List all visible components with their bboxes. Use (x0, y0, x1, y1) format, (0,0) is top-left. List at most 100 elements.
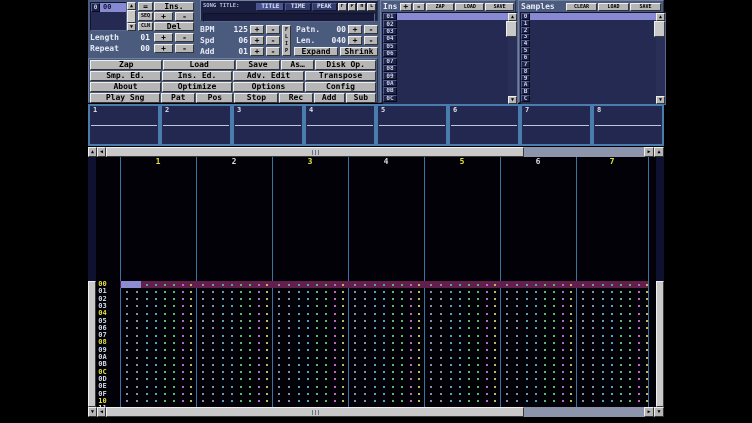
pattern-hscroll-left-button[interactable]: ◀ (97, 147, 106, 157)
instrument-name-cell[interactable] (397, 20, 517, 27)
instrument-row[interactable]: 03 (383, 28, 517, 35)
instrument-row[interactable]: 07 (383, 58, 517, 65)
instrument-number[interactable]: 01 (383, 13, 397, 20)
instrument-name-cell[interactable] (397, 28, 517, 35)
instrument-row[interactable]: 0C (383, 95, 517, 102)
repeat-minus-button[interactable]: - (175, 44, 194, 53)
menu-options-button[interactable]: Options (233, 82, 304, 92)
order-list-scrollbar[interactable]: ▲ ▼ (127, 2, 136, 31)
seq-button[interactable]: SEQ (138, 12, 153, 21)
song-title-input[interactable] (203, 13, 375, 22)
pattern-hscroll-top[interactable]: ▲ ◀ ▶ ▲ (88, 147, 664, 157)
ins-load-button[interactable]: LOAD (455, 3, 484, 11)
menu-smp-ed-button[interactable]: Smp. Ed. (90, 71, 161, 81)
scope-channel-6[interactable]: 6 (448, 104, 520, 146)
sample-name-cell[interactable] (530, 13, 665, 20)
scope-channel-3[interactable]: 3 (232, 104, 304, 146)
length-minus-button[interactable]: - (175, 33, 194, 42)
ins-minus-button[interactable]: - (413, 3, 425, 11)
ins-save-button[interactable]: SAVE (485, 3, 514, 11)
pattern-hscroll-thumb[interactable] (106, 147, 524, 157)
sample-row[interactable]: 3 (521, 34, 665, 41)
sample-number[interactable]: 8 (521, 68, 530, 75)
scope-channel-5[interactable]: 5 (376, 104, 448, 146)
pattern-vscroll-up-left-button[interactable]: ▲ (88, 147, 97, 157)
pattern-rows[interactable]: 000102030405060708090A0B0C0D0E0F1011 (88, 157, 664, 407)
pattern-row-0C[interactable]: 0C (88, 369, 664, 376)
pattern-row-06[interactable]: 06 (88, 325, 664, 332)
scope-channel-8[interactable]: 8 (592, 104, 664, 146)
sample-number[interactable]: 0 (521, 13, 530, 20)
sample-number[interactable]: C (521, 95, 530, 102)
patn-plus-button[interactable]: + (348, 25, 362, 34)
instrument-name-cell[interactable] (397, 65, 517, 72)
menu-ins-ed-button[interactable]: Ins. Ed. (162, 71, 232, 81)
sample-name-cell[interactable] (530, 34, 665, 41)
sample-number[interactable]: B (521, 88, 530, 95)
mini-p-button[interactable]: P (348, 3, 357, 11)
sample-row[interactable]: 2 (521, 27, 665, 34)
tab-time[interactable]: TIME (285, 3, 310, 11)
instrument-row[interactable]: 05 (383, 43, 517, 50)
pattern-row-08[interactable]: 08 (88, 339, 664, 346)
sample-name-cell[interactable] (530, 81, 665, 88)
pattern-vscroll-right-thumb[interactable] (656, 281, 664, 407)
menu-transpose-button[interactable]: Transpose (305, 71, 376, 81)
menu-config-button[interactable]: Config (305, 82, 376, 92)
sample-number[interactable]: 2 (521, 27, 530, 34)
menu-optimize-button[interactable]: Optimize (162, 82, 232, 92)
scope-channel-2[interactable]: 2 (160, 104, 232, 146)
menu-adv-edit-button[interactable]: Adv. Edit (233, 71, 304, 81)
ins-zap-button[interactable]: ZAP (426, 3, 455, 11)
position-ins-button[interactable]: Ins. (154, 2, 194, 11)
flip-button[interactable]: FLIP (282, 25, 291, 56)
menu-rec-button[interactable]: Rec (279, 93, 312, 103)
add-minus-button[interactable]: - (266, 47, 280, 56)
pattern-hscroll-right-button2[interactable]: ▶ (644, 407, 654, 417)
instrument-list[interactable]: 0102030405060708090A0B0C▲▼ (382, 12, 518, 105)
patn-minus-button[interactable]: - (364, 25, 378, 34)
instrument-number[interactable]: 07 (383, 58, 397, 65)
eq-button[interactable]: = (138, 2, 153, 11)
spd-minus-button[interactable]: - (266, 36, 280, 45)
pattern-editor[interactable]: ▲ ◀ ▶ ▲ 1234567 000102030405060708090A0B… (88, 147, 664, 417)
instrument-number[interactable]: 04 (383, 35, 397, 42)
sample-name-cell[interactable] (530, 75, 665, 82)
pattern-vscroll-left-thumb[interactable] (88, 281, 96, 407)
menu-load-button[interactable]: Load (163, 60, 234, 70)
pattern-hscroll-track2[interactable] (106, 407, 644, 417)
instrument-row[interactable]: 08 (383, 65, 517, 72)
order-scroll-down-button[interactable]: ▼ (127, 23, 136, 31)
sample-row[interactable]: 9 (521, 75, 665, 82)
cln-button[interactable]: CLN (138, 22, 153, 31)
pattern-hscroll-bottom[interactable]: ▼ ◀ ▶ ▼ (88, 407, 664, 417)
order-list[interactable]: 0 00 (90, 2, 127, 31)
len-plus-button[interactable]: + (348, 36, 362, 45)
sample-name-cell[interactable] (530, 61, 665, 68)
instrument-name-cell[interactable] (397, 50, 517, 57)
pattern-hscroll-thumb2[interactable] (106, 407, 524, 417)
instrument-name-cell[interactable] (397, 43, 517, 50)
sample-row[interactable]: 5 (521, 47, 665, 54)
position-minus-button[interactable]: - (175, 12, 194, 21)
pattern-row-02[interactable]: 02 (88, 296, 664, 303)
instrument-row[interactable]: 02 (383, 20, 517, 27)
sample-name-cell[interactable] (530, 27, 665, 34)
instrument-name-cell[interactable] (397, 95, 517, 102)
instrument-number[interactable]: 0A (383, 80, 397, 87)
mini-f-button[interactable]: F (338, 3, 347, 11)
sample-row[interactable]: C (521, 95, 665, 102)
sample-number[interactable]: 5 (521, 47, 530, 54)
sample-row[interactable]: 4 (521, 40, 665, 47)
sample-number[interactable]: 3 (521, 34, 530, 41)
sample-row[interactable]: 6 (521, 54, 665, 61)
menu-save-button[interactable]: Save (236, 60, 280, 70)
instrument-row[interactable]: 04 (383, 35, 517, 42)
sample-row[interactable]: 0 (521, 13, 665, 20)
bpm-plus-button[interactable]: + (250, 25, 264, 34)
add-plus-button[interactable]: + (250, 47, 264, 56)
instrument-row[interactable]: 0B (383, 87, 517, 94)
pattern-row-0E[interactable]: 0E (88, 383, 664, 390)
spd-plus-button[interactable]: + (250, 36, 264, 45)
expand-button[interactable]: Expand (294, 47, 338, 56)
